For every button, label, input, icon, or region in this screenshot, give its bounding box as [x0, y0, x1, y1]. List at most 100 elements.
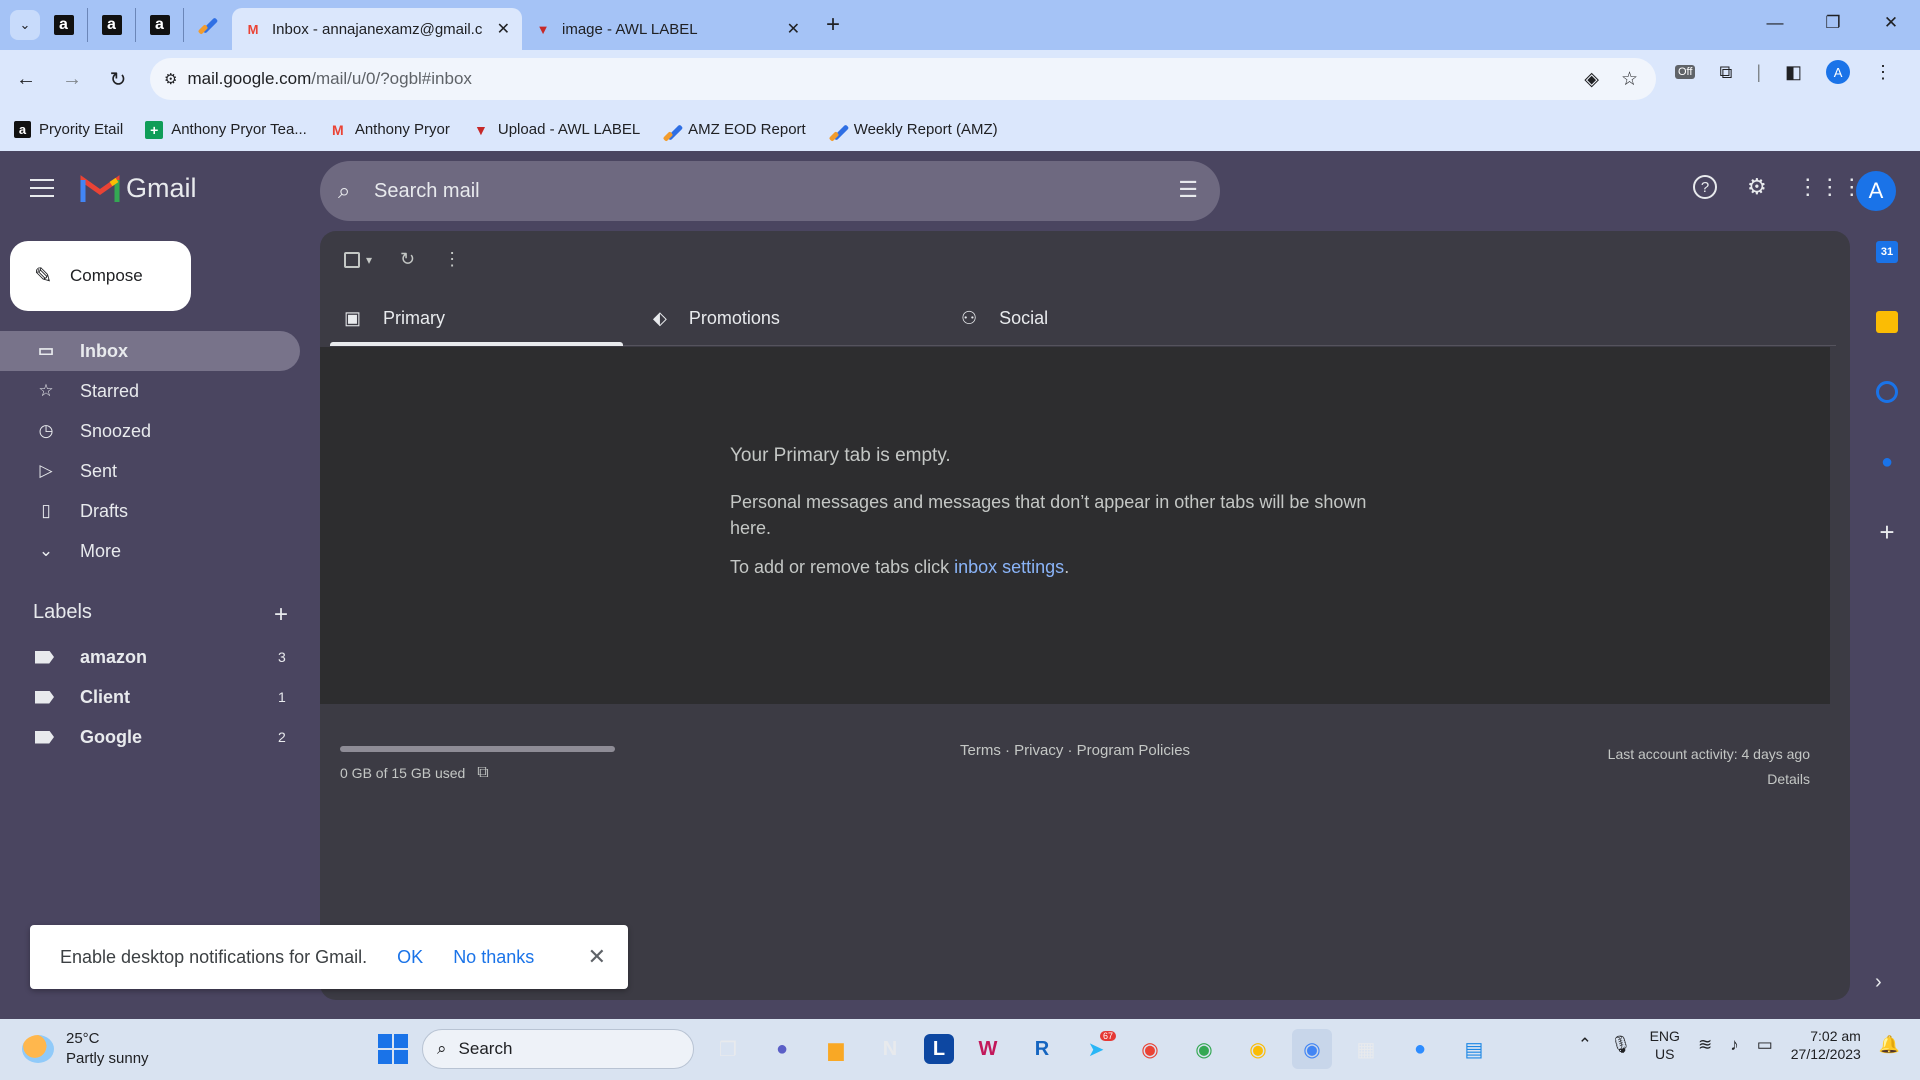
- weather-widget[interactable]: 25°C Partly sunny: [22, 1029, 149, 1069]
- contacts-icon[interactable]: ●: [1876, 451, 1898, 473]
- add-label-icon[interactable]: +: [274, 601, 288, 629]
- awl-icon: ▼: [536, 21, 550, 37]
- search-input[interactable]: ⌕ Search mail ☰: [320, 161, 1220, 221]
- select-all-checkbox[interactable]: ▾: [344, 251, 372, 268]
- back-icon[interactable]: ←: [6, 59, 46, 99]
- pinned-tab-amazon-1[interactable]: a: [40, 8, 88, 42]
- chrome-icon-2[interactable]: ◉: [1184, 1029, 1224, 1069]
- l-app-icon[interactable]: L: [924, 1034, 954, 1064]
- account-avatar[interactable]: A: [1856, 171, 1896, 211]
- tab-promotions[interactable]: ⬖ Promotions: [623, 291, 916, 345]
- telegram-badge: 67: [1099, 1031, 1116, 1041]
- tasks-icon[interactable]: [1876, 381, 1898, 403]
- bookmark-pryority-etail[interactable]: a Pryority Etail: [14, 121, 123, 138]
- chrome-icon-1[interactable]: ◉: [1130, 1029, 1170, 1069]
- wifi-icon[interactable]: ≋: [1698, 1035, 1712, 1055]
- label-item-google[interactable]: Google 2: [0, 717, 300, 757]
- inbox-icon: ▭: [37, 341, 55, 360]
- footer-links[interactable]: Terms · Privacy · Program Policies: [960, 742, 1190, 759]
- close-icon[interactable]: ✕: [787, 19, 800, 39]
- settings-gear-icon[interactable]: ⚙: [1747, 174, 1767, 200]
- file-explorer-icon[interactable]: ▆: [816, 1029, 856, 1069]
- calendar-icon[interactable]: 31: [1876, 241, 1898, 263]
- sidebar-item-inbox[interactable]: ▭ Inbox: [0, 331, 300, 371]
- extension-icon[interactable]: ◈: [1584, 68, 1599, 91]
- r-app-icon[interactable]: R: [1022, 1029, 1062, 1069]
- microphone-icon[interactable]: 🎙: [1610, 1035, 1632, 1055]
- no-thanks-button[interactable]: No thanks: [453, 947, 534, 968]
- help-icon[interactable]: ?: [1693, 175, 1717, 199]
- keep-icon[interactable]: [1876, 311, 1898, 333]
- apps-grid-icon[interactable]: ⋮⋮⋮: [1797, 174, 1863, 200]
- side-panel-icon[interactable]: ◧: [1785, 62, 1802, 83]
- pinned-tab-amazon-3[interactable]: a: [136, 8, 184, 42]
- search-options-icon[interactable]: ☰: [1178, 177, 1198, 203]
- sidebar-item-starred[interactable]: ☆ Starred: [0, 371, 300, 411]
- bookmark-star-icon[interactable]: ☆: [1621, 68, 1638, 91]
- details-link[interactable]: Details: [1608, 767, 1810, 792]
- tab-primary[interactable]: ▣ Primary: [330, 291, 623, 346]
- reload-icon[interactable]: ↻: [98, 59, 138, 99]
- extension-off-icon[interactable]: Off: [1675, 65, 1696, 79]
- close-icon[interactable]: ✕: [497, 19, 510, 39]
- gmail-logo[interactable]: Gmail: [80, 173, 197, 204]
- new-tab-button[interactable]: +: [826, 11, 840, 39]
- label-item-client[interactable]: Client 1: [0, 677, 300, 717]
- compose-button[interactable]: ✎ Compose: [10, 241, 191, 311]
- wps-icon[interactable]: W: [968, 1029, 1008, 1069]
- bookmark-anthony-pryor[interactable]: M Anthony Pryor: [329, 121, 450, 139]
- bookmark-upload-awl-label[interactable]: ▼ Upload - AWL LABEL: [472, 121, 640, 139]
- close-window-icon[interactable]: ✕: [1862, 0, 1920, 46]
- notion-icon[interactable]: N: [870, 1029, 910, 1069]
- plus-icon[interactable]: +: [1876, 517, 1898, 547]
- calculator-icon[interactable]: ▦: [1346, 1029, 1386, 1069]
- minimize-icon[interactable]: —: [1746, 0, 1804, 46]
- site-info-icon[interactable]: ⚙: [164, 70, 177, 88]
- pen-app-icon: [197, 14, 219, 36]
- ok-button[interactable]: OK: [397, 947, 423, 968]
- chrome-icon-active[interactable]: ◉: [1292, 1029, 1332, 1069]
- language-indicator[interactable]: ENG US: [1650, 1027, 1680, 1063]
- menu-dots-icon[interactable]: ⋮: [1874, 62, 1892, 83]
- puzzle-icon[interactable]: ⧉: [1719, 62, 1732, 83]
- tab-gmail-inbox[interactable]: M Inbox - annajanexamz@gmail.c ✕: [232, 8, 522, 50]
- pinned-tab-amazon-2[interactable]: a: [88, 8, 136, 42]
- notification-bell-icon[interactable]: 🔔: [1879, 1035, 1900, 1055]
- label-item-amazon[interactable]: amazon 3: [0, 637, 300, 677]
- chevron-up-icon[interactable]: ⌃: [1578, 1035, 1592, 1055]
- telegram-icon[interactable]: ➤ 67: [1076, 1029, 1116, 1069]
- battery-icon[interactable]: ▭: [1757, 1035, 1773, 1055]
- tab-social[interactable]: ⚇ Social: [916, 291, 1209, 345]
- search-icon[interactable]: ⌕: [338, 178, 350, 204]
- more-options-icon[interactable]: ⋮: [443, 249, 461, 270]
- forward-icon[interactable]: →: [52, 59, 92, 99]
- chevron-right-icon[interactable]: ›: [1875, 971, 1882, 994]
- refresh-icon[interactable]: ↻: [400, 249, 415, 270]
- tab-awl-label[interactable]: ▼ image - AWL LABEL ✕: [522, 8, 812, 50]
- bookmark-weekly-report[interactable]: Weekly Report (AMZ): [828, 121, 998, 139]
- bookmark-amz-eod-report[interactable]: AMZ EOD Report: [662, 121, 806, 139]
- sidebar-item-sent[interactable]: ▷ Sent: [0, 451, 300, 491]
- sidebar-item-drafts[interactable]: ▯ Drafts: [0, 491, 300, 531]
- external-link-icon[interactable]: ⧉: [477, 764, 488, 782]
- tab-search-button[interactable]: ⌄: [10, 10, 40, 40]
- main-menu-icon[interactable]: [30, 179, 54, 197]
- taskbar-search[interactable]: ⌕ Search: [422, 1029, 694, 1069]
- windows-start-icon[interactable]: [378, 1034, 408, 1064]
- teams-icon[interactable]: ●: [762, 1029, 802, 1069]
- profile-avatar[interactable]: A: [1826, 60, 1851, 84]
- bookmark-anthony-pryor-team[interactable]: + Anthony Pryor Tea...: [145, 120, 307, 139]
- sidebar-item-more[interactable]: ⌄ More: [0, 531, 300, 571]
- inbox-settings-link[interactable]: inbox settings: [954, 557, 1064, 577]
- clock[interactable]: 7:02 am 27/12/2023: [1791, 1027, 1861, 1063]
- notepad-icon[interactable]: ▤: [1454, 1029, 1494, 1069]
- task-view-icon[interactable]: ❐: [708, 1029, 748, 1069]
- sidebar-item-snoozed[interactable]: ◷ Snoozed: [0, 411, 300, 451]
- zoom-icon[interactable]: ●: [1400, 1029, 1440, 1069]
- close-icon[interactable]: ✕: [588, 944, 606, 970]
- volume-icon[interactable]: ♪: [1730, 1035, 1739, 1055]
- chrome-icon-3[interactable]: ◉: [1238, 1029, 1278, 1069]
- restore-icon[interactable]: ❐: [1804, 0, 1862, 46]
- pinned-tab-pen-app[interactable]: [184, 8, 232, 42]
- address-bar[interactable]: ⚙ mail.google.com /mail/u/0/?ogbl#inbox …: [150, 58, 1656, 100]
